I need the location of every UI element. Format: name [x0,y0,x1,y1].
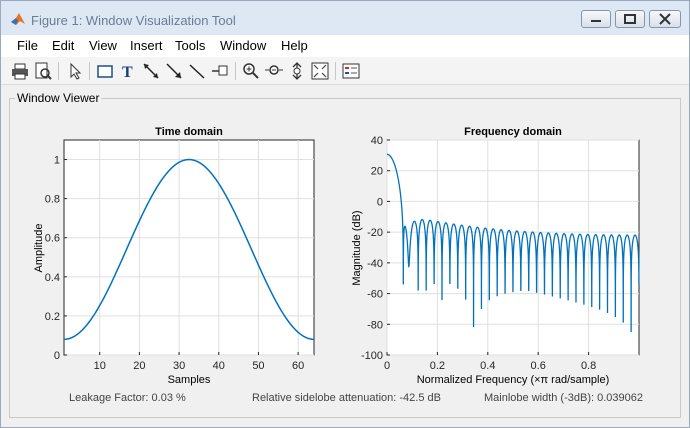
freq-ytick-label: -100 [361,350,383,362]
leakage-factor-text: Leakage Factor: 0.03 % [69,392,186,404]
freq-xtick-label: 0.8 [581,360,596,372]
time-xtick-label: 60 [292,360,304,372]
freq-ytick-label: -60 [367,289,383,301]
time-plot-xlabel: Samples [168,374,211,386]
freq-ytick-label: -80 [367,319,383,331]
freq-xtick-label: 0 [384,360,390,372]
time-plot-ylabel: Amplitude [33,224,45,273]
freq-xtick-label: 0.6 [531,360,546,372]
freq-xtick-label: 0.2 [430,360,445,372]
freq-ytick-label: 20 [371,166,383,178]
figure-window: Figure 1: Window Visualization Tool File… [0,0,690,428]
freq-plot-ylabel: Magnitude (dB) [351,210,363,285]
sidelobe-attenuation-text: Relative sidelobe attenuation: -42.5 dB [252,392,441,404]
time-plot-title: Time domain [155,126,223,138]
time-ytick-label: 0.8 [45,194,60,206]
time-plot-axes[interactable] [63,139,315,356]
time-xtick-label: 30 [173,360,185,372]
plots-area: 10 20 30 40 50 60 0 0.2 0.4 0.6 0.8 1 Time domain S… [33,126,640,386]
freq-ytick-label: -40 [367,258,383,270]
freq-plot-xlabel: Normalized Frequency (×π rad/sample) [417,374,610,386]
freq-ytick-label: 0 [377,196,383,208]
time-ytick-label: 0.2 [45,311,60,323]
time-ytick-label: 1 [54,155,60,167]
freq-xtick-label: 0.4 [480,360,495,372]
freq-ytick-label: 40 [371,135,383,147]
time-xtick-label: 20 [133,360,145,372]
freq-ytick-label: -20 [367,227,383,239]
mainlobe-width-text: Mainlobe width (-3dB): 0.039062 [484,392,643,404]
time-xtick-label: 40 [213,360,225,372]
time-ytick-label: 0 [54,350,60,362]
freq-plot-title: Frequency domain [464,126,562,138]
time-xtick-label: 50 [252,360,264,372]
time-ytick-label: 0.6 [45,233,60,245]
time-xtick-label: 10 [94,360,106,372]
time-ytick-label: 0.4 [45,272,60,284]
